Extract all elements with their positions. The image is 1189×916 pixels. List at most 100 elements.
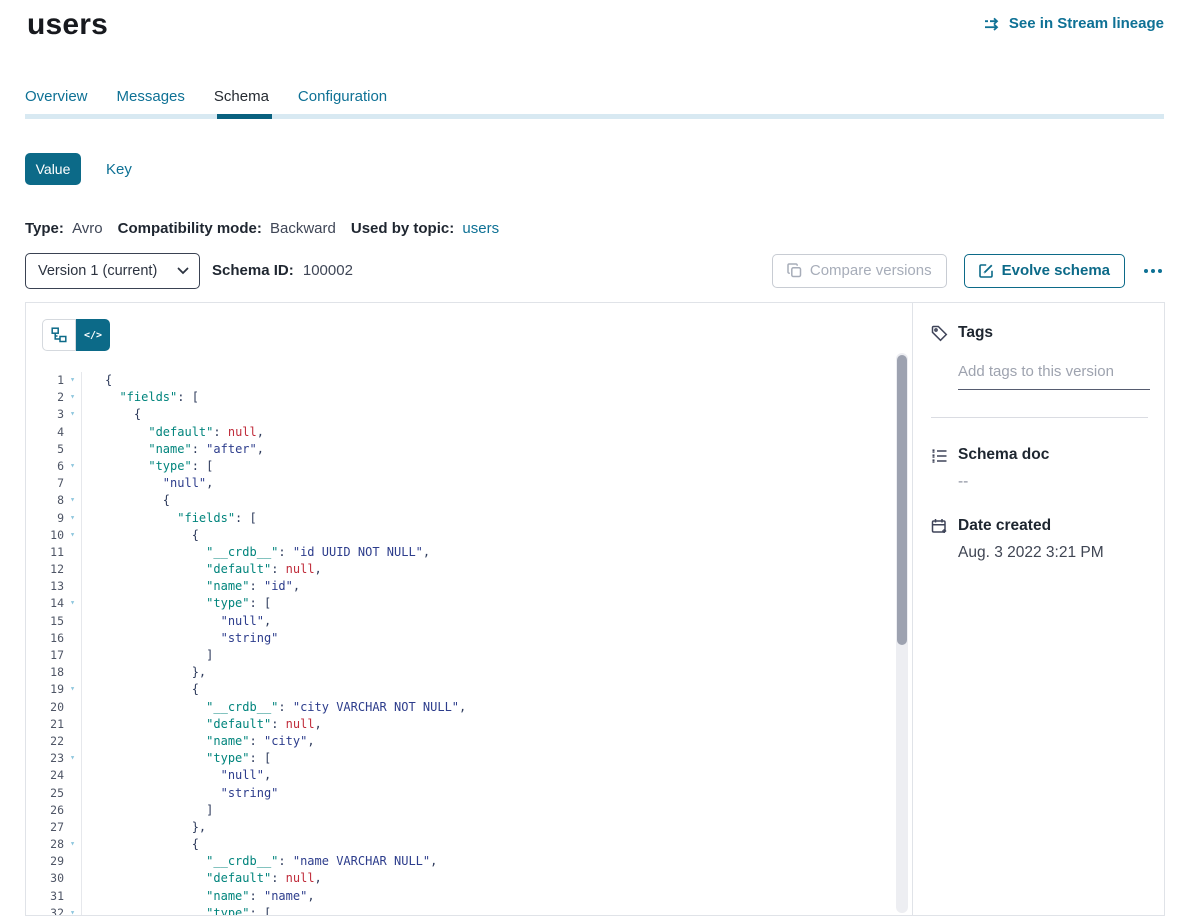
- code-view-icon: </>: [84, 330, 102, 341]
- code-line: 4 "default": null,: [26, 424, 912, 441]
- tab-messages[interactable]: Messages: [117, 88, 185, 105]
- line-number: 13: [26, 578, 64, 595]
- more-options-button[interactable]: [1142, 265, 1164, 277]
- used-by-topic-label: Used by topic:: [351, 220, 454, 237]
- compare-icon: [787, 263, 802, 278]
- fold-icon[interactable]: ▾: [64, 750, 82, 767]
- schema-page: users See in Stream lineage Overview Mes…: [0, 0, 1189, 916]
- code-line: 20 "__crdb__": "city VARCHAR NOT NULL",: [26, 699, 912, 716]
- code-line: 12 "default": null,: [26, 561, 912, 578]
- schema-meta-row: Type: Avro Compatibility mode: Backward …: [25, 220, 514, 237]
- fold-icon: [64, 613, 82, 630]
- code-line: 13 "name": "id",: [26, 578, 912, 595]
- line-number: 22: [26, 733, 64, 750]
- tags-section-heading: Tags: [931, 324, 1150, 342]
- code-line: 18 },: [26, 664, 912, 681]
- compare-versions-button[interactable]: Compare versions: [772, 254, 947, 288]
- line-number: 9: [26, 510, 64, 527]
- list-icon: [931, 447, 948, 464]
- code-text: "fields": [: [82, 510, 257, 527]
- tree-view-button[interactable]: [42, 319, 76, 351]
- code-lines: 1▾{2▾ "fields": [3▾ {4 "default": null,5…: [26, 372, 912, 915]
- fold-icon[interactable]: ▾: [64, 372, 82, 389]
- fold-icon: [64, 561, 82, 578]
- editor-scrollbar-track[interactable]: [896, 353, 908, 913]
- evolve-icon: [979, 263, 994, 278]
- fold-icon[interactable]: ▾: [64, 527, 82, 544]
- code-line: 14▾ "type": [: [26, 595, 912, 612]
- code-text: {: [82, 492, 170, 509]
- fold-icon: [64, 802, 82, 819]
- version-toolbar: Version 1 (current) Schema ID: 100002 Co…: [25, 252, 1164, 289]
- line-number: 3: [26, 406, 64, 423]
- used-by-topic-link[interactable]: users: [462, 220, 499, 237]
- code-line: 17 ]: [26, 647, 912, 664]
- line-number: 8: [26, 492, 64, 509]
- code-text: "__crdb__": "city VARCHAR NOT NULL",: [82, 699, 466, 716]
- code-view-button[interactable]: </>: [76, 319, 110, 351]
- schema-doc-heading: Schema doc: [931, 446, 1150, 464]
- schema-id-label: Schema ID:: [212, 262, 294, 279]
- fold-icon[interactable]: ▾: [64, 595, 82, 612]
- code-line: 24 "null",: [26, 767, 912, 784]
- fold-icon[interactable]: ▾: [64, 458, 82, 475]
- code-text: "string": [82, 630, 278, 647]
- fold-icon: [64, 664, 82, 681]
- fold-icon[interactable]: ▾: [64, 681, 82, 698]
- type-label: Type:: [25, 220, 64, 237]
- code-text: "name": "name",: [82, 888, 315, 905]
- value-toggle-button[interactable]: Value: [25, 153, 81, 185]
- type-value: Avro: [72, 220, 103, 237]
- fold-icon[interactable]: ▾: [64, 492, 82, 509]
- fold-icon[interactable]: ▾: [64, 389, 82, 406]
- line-number: 4: [26, 424, 64, 441]
- tab-overview[interactable]: Overview: [25, 88, 88, 105]
- code-line: 22 "name": "city",: [26, 733, 912, 750]
- tree-view-icon: [51, 327, 67, 343]
- code-text: {: [82, 836, 199, 853]
- code-text: "__crdb__": "id UUID NOT NULL",: [82, 544, 430, 561]
- tab-configuration[interactable]: Configuration: [298, 88, 387, 105]
- code-line: 6▾ "type": [: [26, 458, 912, 475]
- version-select[interactable]: Version 1 (current): [25, 253, 200, 289]
- fold-icon: [64, 785, 82, 802]
- line-number: 19: [26, 681, 64, 698]
- editor-scrollbar-thumb[interactable]: [897, 355, 907, 645]
- page-title: users: [27, 8, 108, 42]
- fold-icon[interactable]: ▾: [64, 905, 82, 915]
- code-text: "null",: [82, 613, 271, 630]
- code-text: {: [82, 527, 199, 544]
- code-text: "default": null,: [82, 561, 322, 578]
- fold-icon: [64, 441, 82, 458]
- code-line: 5 "name": "after",: [26, 441, 912, 458]
- schema-doc-value: --: [958, 473, 1150, 491]
- fold-icon[interactable]: ▾: [64, 510, 82, 527]
- code-line: 19▾ {: [26, 681, 912, 698]
- line-number: 5: [26, 441, 64, 458]
- code-text: "default": null,: [82, 870, 322, 887]
- fold-icon: [64, 716, 82, 733]
- see-in-stream-lineage-link[interactable]: See in Stream lineage: [984, 15, 1164, 32]
- evolve-schema-button[interactable]: Evolve schema: [964, 254, 1125, 288]
- tab-schema[interactable]: Schema: [214, 88, 269, 105]
- fold-icon[interactable]: ▾: [64, 406, 82, 423]
- add-tags-input[interactable]: [958, 363, 1150, 390]
- code-line: 26 ]: [26, 802, 912, 819]
- code-text: },: [82, 664, 206, 681]
- line-number: 6: [26, 458, 64, 475]
- fold-icon[interactable]: ▾: [64, 836, 82, 853]
- fold-icon: [64, 578, 82, 595]
- line-number: 26: [26, 802, 64, 819]
- code-line: 31 "name": "name",: [26, 888, 912, 905]
- tag-icon: [931, 325, 948, 342]
- tags-heading-label: Tags: [958, 324, 993, 342]
- line-number: 30: [26, 870, 64, 887]
- fold-icon: [64, 733, 82, 750]
- code-text: "__crdb__": "name VARCHAR NULL",: [82, 853, 437, 870]
- date-created-heading: Date created: [931, 517, 1150, 535]
- key-toggle-button[interactable]: Key: [106, 161, 132, 178]
- tab-bar: Overview Messages Schema Configuration: [25, 88, 387, 105]
- schema-id-value: 100002: [303, 262, 353, 279]
- schema-panel: </> 1▾{2▾ "fields": [3▾ {4 "default": nu…: [25, 302, 1165, 916]
- fold-icon: [64, 424, 82, 441]
